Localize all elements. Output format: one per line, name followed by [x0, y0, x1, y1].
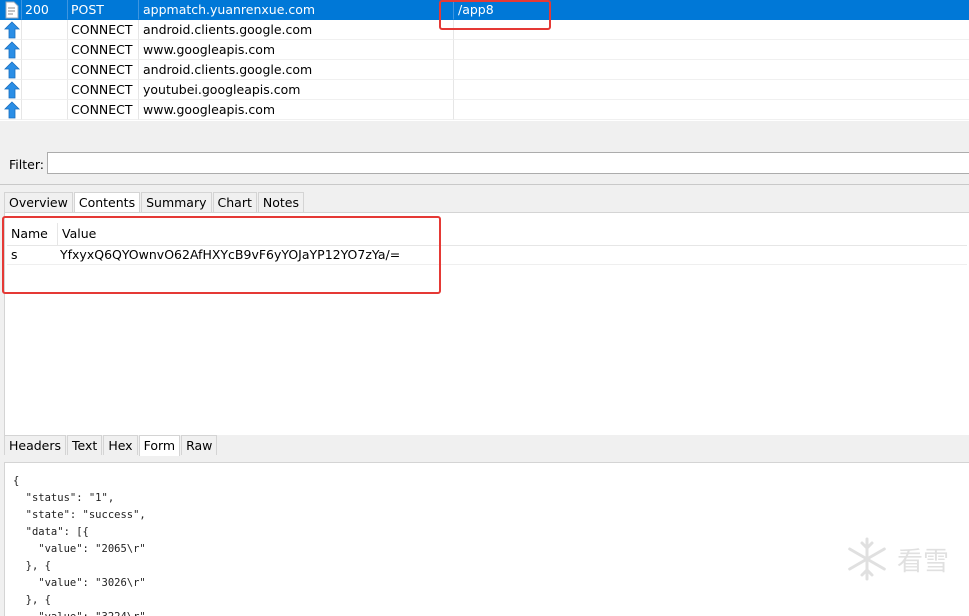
tab-summary[interactable]: Summary	[141, 192, 212, 212]
response-body-text: { "status": "1", "state": "success", "da…	[13, 473, 146, 616]
session-host: appmatch.yuanrenxue.com	[139, 0, 454, 20]
session-row[interactable]: CONNECT www.googleapis.com	[0, 100, 969, 120]
annotation-box-form	[2, 216, 441, 294]
session-protocol: CONNECT	[68, 100, 139, 120]
code-line: "state": "success",	[13, 509, 146, 521]
code-line: "status": "1",	[13, 492, 115, 504]
response-body-pane[interactable]: { "status": "1", "state": "success", "da…	[4, 462, 969, 616]
session-result	[22, 80, 68, 100]
splitter[interactable]	[0, 184, 969, 185]
code-line: {	[13, 475, 20, 487]
code-line: "value": "3026\r"	[13, 577, 146, 589]
response-tab-raw[interactable]: Raw	[181, 435, 218, 455]
session-row[interactable]: CONNECT youtubei.googleapis.com	[0, 80, 969, 100]
session-host: youtubei.googleapis.com	[139, 80, 454, 100]
code-line: "data": [{	[13, 526, 89, 538]
response-tab-headers[interactable]: Headers	[4, 435, 67, 455]
session-protocol: CONNECT	[68, 80, 139, 100]
tab-overview[interactable]: Overview	[4, 192, 73, 212]
code-line: }, {	[13, 560, 51, 572]
tab-notes[interactable]: Notes	[257, 192, 304, 212]
watermark: 看雪	[843, 535, 949, 583]
annotation-box-url	[439, 0, 551, 30]
response-tabs: Headers Text Hex Form Raw	[4, 435, 218, 456]
session-url	[454, 60, 969, 80]
snowflake-logo-icon	[848, 537, 886, 581]
session-host: android.clients.google.com	[139, 60, 454, 80]
session-protocol: POST	[68, 0, 139, 20]
session-row[interactable]: CONNECT www.googleapis.com	[0, 40, 969, 60]
filter-bar: Filter:	[0, 148, 969, 180]
session-result	[22, 100, 68, 120]
request-icon	[0, 0, 22, 20]
session-url	[454, 80, 969, 100]
inspector-tabs: Overview Contents Summary Chart Notes	[4, 192, 305, 213]
filter-input[interactable]	[47, 152, 969, 174]
tab-contents[interactable]: Contents	[73, 192, 141, 213]
response-tab-form[interactable]: Form	[138, 435, 181, 456]
session-protocol: CONNECT	[68, 60, 139, 80]
session-result	[22, 60, 68, 80]
session-host: www.googleapis.com	[139, 100, 454, 120]
code-line: "value": "2065\r"	[13, 543, 146, 555]
response-tab-text[interactable]: Text	[67, 435, 103, 455]
tunnel-arrow-icon	[0, 20, 22, 40]
tunnel-arrow-icon	[0, 40, 22, 60]
session-host: android.clients.google.com	[139, 20, 454, 40]
code-line: }, {	[13, 594, 51, 606]
filter-label: Filter:	[9, 157, 44, 172]
tunnel-arrow-icon	[0, 80, 22, 100]
response-tab-hex[interactable]: Hex	[103, 435, 138, 455]
tunnel-arrow-icon	[0, 60, 22, 80]
session-url	[454, 40, 969, 60]
session-row[interactable]: CONNECT android.clients.google.com	[0, 60, 969, 80]
session-protocol: CONNECT	[68, 20, 139, 40]
session-result	[22, 20, 68, 40]
session-result	[22, 40, 68, 60]
session-url	[454, 100, 969, 120]
session-protocol: CONNECT	[68, 40, 139, 60]
session-result: 200	[22, 0, 68, 20]
tunnel-arrow-icon	[0, 100, 22, 120]
watermark-text: 看雪	[896, 546, 949, 577]
session-host: www.googleapis.com	[139, 40, 454, 60]
tab-chart[interactable]: Chart	[212, 192, 257, 212]
